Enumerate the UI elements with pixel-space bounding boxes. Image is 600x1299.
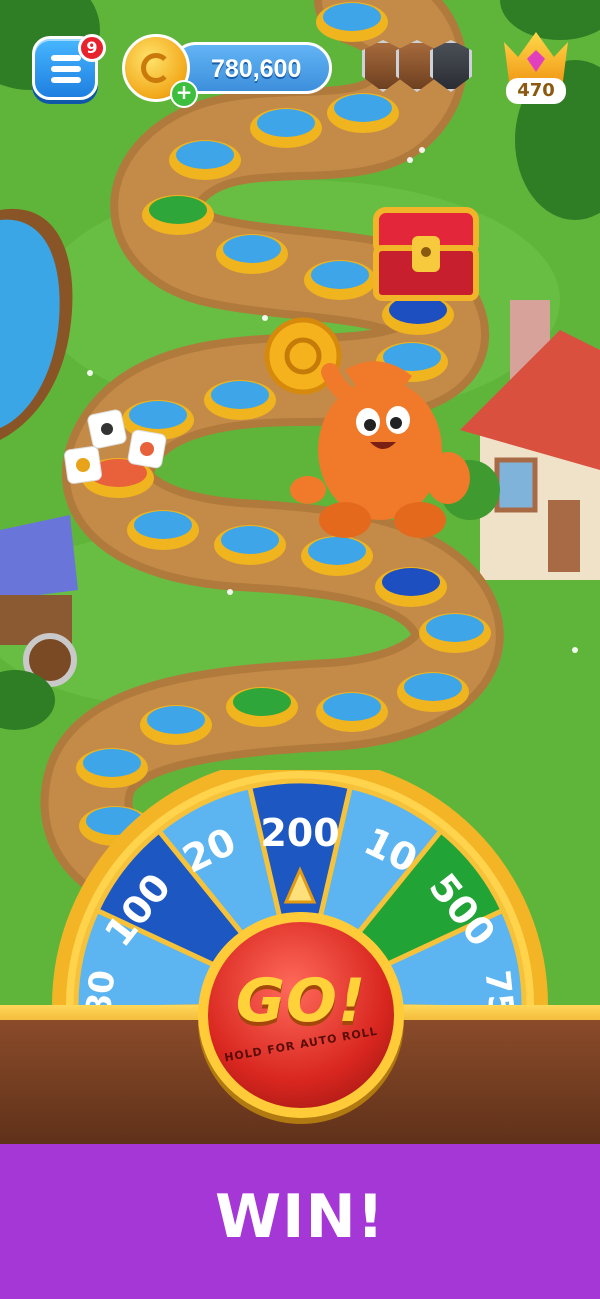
crown-button[interactable]: 470 bbox=[500, 28, 572, 104]
win-banner-text: WIN! bbox=[214, 1182, 386, 1252]
shields-indicator bbox=[362, 40, 474, 98]
notification-badge: 9 bbox=[78, 34, 106, 62]
menu-bar-icon bbox=[51, 77, 81, 83]
menu-bar-icon bbox=[51, 55, 81, 61]
add-coins-button[interactable]: + bbox=[170, 80, 198, 108]
crown-count: 470 bbox=[506, 78, 566, 104]
treasure-chest-icon bbox=[373, 207, 479, 301]
empty-shield-icon bbox=[430, 40, 472, 92]
coin-count: 780,600 bbox=[211, 55, 302, 83]
wheel-segment-label: 200 bbox=[260, 811, 339, 855]
menu-bar-icon bbox=[51, 66, 81, 72]
go-button[interactable]: GO! HOLD FOR AUTO ROLL bbox=[198, 912, 404, 1118]
hud-bar: 9 780,600 + 470 bbox=[0, 0, 600, 130]
